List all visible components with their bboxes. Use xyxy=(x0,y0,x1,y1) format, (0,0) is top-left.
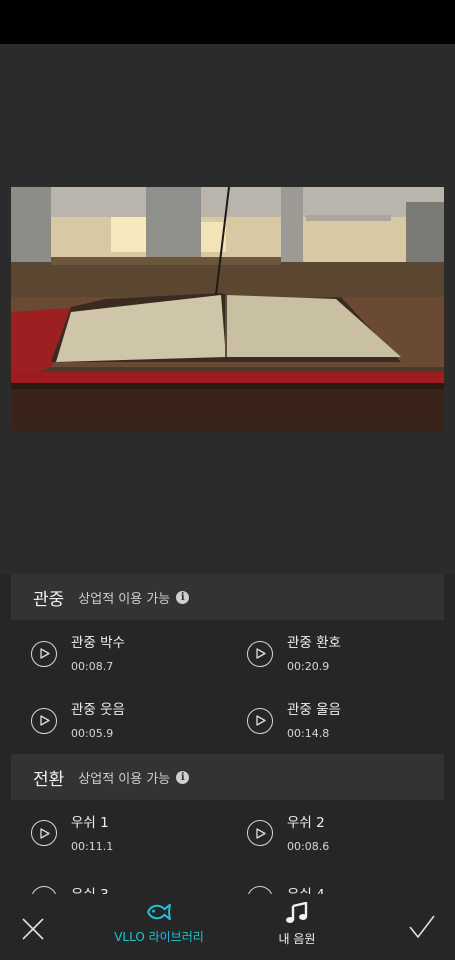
info-icon[interactable]: i xyxy=(176,590,190,604)
play-icon[interactable] xyxy=(247,640,273,667)
preview-frame-image xyxy=(11,187,444,431)
sound-name: 우쉬 3 xyxy=(71,886,109,894)
play-icon[interactable] xyxy=(247,820,273,846)
close-button[interactable] xyxy=(20,916,46,942)
status-bar xyxy=(0,0,455,44)
play-icon[interactable] xyxy=(31,640,57,667)
sound-item[interactable]: 우쉬 2 00:08.6 xyxy=(227,800,444,866)
video-preview[interactable] xyxy=(11,187,444,431)
sound-duration: 00:05.9 xyxy=(71,727,114,740)
sound-duration: 00:11.1 xyxy=(71,839,114,853)
commercial-use-label: 상업적 이용 가능 xyxy=(78,771,171,787)
sound-name: 관중 환호 xyxy=(287,635,341,651)
play-icon[interactable] xyxy=(247,707,273,734)
tab-my-sounds[interactable]: 내 음원 xyxy=(262,902,332,947)
checkmark-icon xyxy=(409,915,435,939)
sound-duration: 00:08.6 xyxy=(287,839,330,853)
sound-name: 우쉬 4 xyxy=(287,886,325,894)
sound-item[interactable]: 관중 웃음 00:05.9 xyxy=(11,687,227,754)
sound-list-audience: 관중 박수 00:08.7 관중 환호 00:20.9 관중 웃음 00:05.9 관… xyxy=(11,620,444,754)
sound-item[interactable]: 우쉬 1 00:11.1 xyxy=(11,800,227,866)
section-title: 관중 xyxy=(33,589,65,610)
sound-library: 관중 상업적 이용 가능 i 관중 박수 00:08.7 관중 환호 00:20.9… xyxy=(11,574,444,894)
bottom-navigation: VLLO 라이브러리 내 음원 xyxy=(0,894,455,960)
close-icon xyxy=(22,918,44,940)
play-icon[interactable] xyxy=(247,886,273,894)
music-note-icon xyxy=(286,902,308,923)
fish-icon xyxy=(147,903,171,921)
sound-duration: 00:08.7 xyxy=(71,660,114,673)
tab-label: 내 음원 xyxy=(278,932,316,946)
sound-item[interactable]: 관중 박수 00:08.7 xyxy=(11,620,227,687)
preview-area xyxy=(0,44,455,574)
section-title: 전환 xyxy=(33,769,65,790)
info-icon[interactable]: i xyxy=(176,770,190,784)
commercial-use-label: 상업적 이용 가능 xyxy=(78,591,171,607)
sound-name: 우쉬 1 xyxy=(71,814,109,831)
sound-name: 관중 박수 xyxy=(71,635,125,651)
sound-item[interactable]: 관중 울음 00:14.8 xyxy=(227,687,444,754)
sound-item[interactable]: 우쉬 3 xyxy=(11,866,227,894)
play-icon[interactable] xyxy=(31,707,57,734)
sound-list-transition: 우쉬 1 00:11.1 우쉬 2 00:08.6 우쉬 3 우쉬 4 xyxy=(11,800,444,894)
sound-item[interactable]: 우쉬 4 xyxy=(227,866,444,894)
section-header-transition: 전환 상업적 이용 가능 i xyxy=(11,754,444,800)
play-icon[interactable] xyxy=(31,820,57,846)
sound-name: 관중 웃음 xyxy=(71,702,125,718)
section-header-audience: 관중 상업적 이용 가능 i xyxy=(11,574,444,620)
sound-duration: 00:20.9 xyxy=(287,660,330,673)
tab-label: VLLO 라이브러리 xyxy=(114,930,204,944)
tab-vllo-library[interactable]: VLLO 라이브러리 xyxy=(104,902,214,945)
sound-duration: 00:14.8 xyxy=(287,727,330,740)
sound-name: 우쉬 2 xyxy=(287,814,325,831)
confirm-button[interactable] xyxy=(408,914,436,940)
sound-name: 관중 울음 xyxy=(287,702,341,718)
sound-item[interactable]: 관중 환호 00:20.9 xyxy=(227,620,444,687)
play-icon[interactable] xyxy=(31,886,57,894)
